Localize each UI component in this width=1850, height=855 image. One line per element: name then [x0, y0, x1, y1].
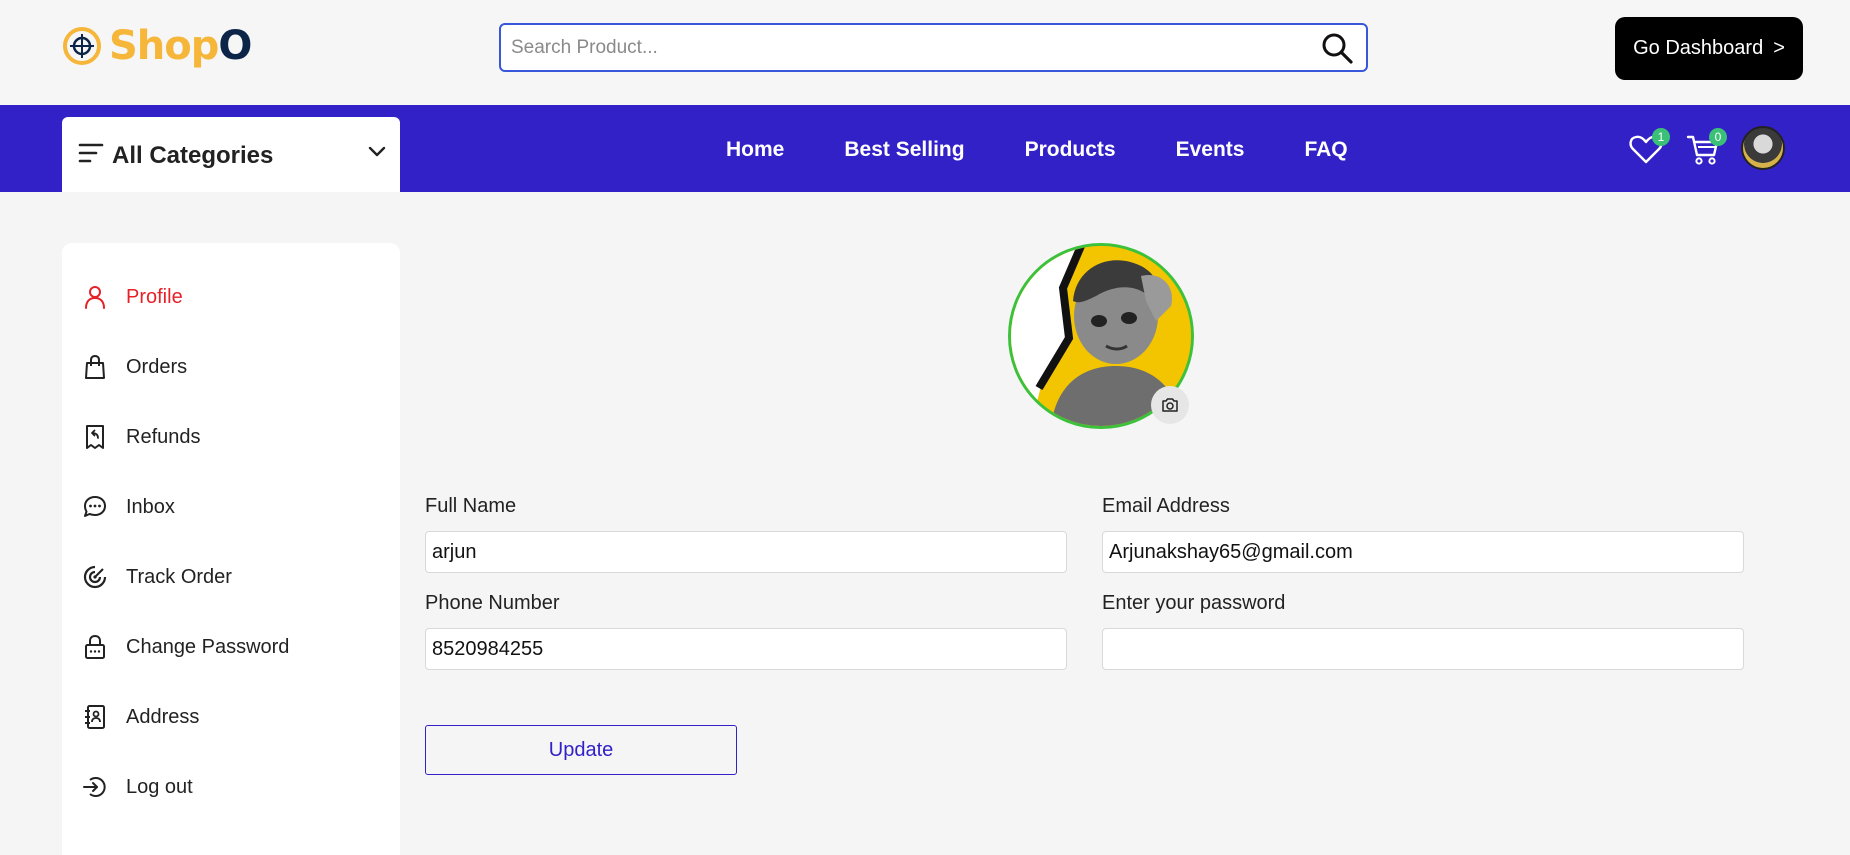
nav-link-faq[interactable]: FAQ — [1304, 138, 1347, 162]
main-navbar: All Categories Home Best Selling Product… — [0, 105, 1850, 192]
camera-icon — [1162, 398, 1178, 412]
sidebar-item-inbox[interactable]: Inbox — [82, 492, 175, 522]
sidebar-item-track-order[interactable]: Track Order — [82, 562, 232, 592]
phone-input[interactable] — [425, 628, 1067, 670]
wishlist-button[interactable]: 1 — [1628, 128, 1670, 171]
sidebar-item-address[interactable]: Address — [82, 702, 199, 732]
profile-sidebar: Profile Orders Refunds Inbox Track Order… — [62, 243, 400, 855]
chat-icon — [84, 496, 106, 517]
sidebar-item-label: Track Order — [126, 565, 232, 588]
full-name-label: Full Name — [425, 495, 517, 517]
person-icon — [85, 286, 105, 309]
phone-label: Phone Number — [425, 592, 560, 614]
all-categories-label: All Categories — [112, 142, 274, 169]
cart-button[interactable]: 0 — [1685, 128, 1727, 171]
sidebar-item-label: Change Password — [126, 635, 290, 658]
nav-link-home[interactable]: Home — [726, 138, 784, 162]
nav-links: Home Best Selling Products Events FAQ — [726, 138, 1348, 162]
receipt-refund-icon — [86, 425, 104, 449]
search-bar — [499, 23, 1368, 72]
cart-count-badge: 0 — [1709, 128, 1727, 146]
wishlist-count-badge: 1 — [1652, 128, 1670, 146]
all-categories-dropdown[interactable]: All Categories — [62, 117, 400, 192]
logo-text-shop: Shop — [109, 23, 219, 69]
sidebar-item-label: Log out — [126, 775, 193, 798]
logo-text-o: O — [218, 23, 252, 69]
logo-text: ShopO — [109, 23, 252, 69]
email-input[interactable] — [1102, 531, 1744, 573]
go-dashboard-button[interactable]: Go Dashboard > — [1615, 17, 1803, 80]
password-input[interactable] — [1102, 628, 1744, 670]
search-icon[interactable] — [1320, 31, 1354, 65]
track-icon — [83, 565, 107, 589]
update-button[interactable]: Update — [425, 725, 737, 775]
address-book-icon — [85, 705, 105, 729]
email-label: Email Address — [1102, 495, 1230, 517]
logout-icon — [83, 777, 106, 797]
sidebar-item-label: Refunds — [126, 425, 201, 448]
shopping-bag-icon — [85, 354, 105, 379]
chevron-down-icon — [368, 146, 386, 157]
full-name-input[interactable] — [425, 531, 1067, 573]
sidebar-item-orders[interactable]: Orders — [82, 352, 187, 382]
go-dashboard-label: Go Dashboard — [1633, 37, 1764, 59]
password-label: Enter your password — [1102, 592, 1286, 614]
user-avatar[interactable] — [1741, 126, 1785, 170]
menu-lines-icon — [78, 143, 104, 163]
sidebar-item-label: Address — [126, 705, 200, 728]
nav-link-best-selling[interactable]: Best Selling — [844, 138, 964, 162]
sidebar-item-log-out[interactable]: Log out — [82, 772, 193, 802]
sidebar-item-profile[interactable]: Profile — [82, 282, 183, 312]
sidebar-item-change-password[interactable]: Change Password — [82, 632, 289, 662]
chevron-right-icon: > — [1773, 37, 1785, 59]
sidebar-item-label: Inbox — [126, 495, 175, 518]
logo[interactable]: ShopO — [61, 22, 252, 70]
lock-icon — [85, 634, 105, 659]
sidebar-item-label: Orders — [126, 355, 188, 378]
sidebar-item-refunds[interactable]: Refunds — [82, 422, 201, 452]
logo-target-icon — [63, 27, 101, 65]
change-avatar-button[interactable] — [1151, 386, 1189, 424]
nav-link-products[interactable]: Products — [1025, 138, 1116, 162]
search-input[interactable] — [501, 25, 1320, 70]
nav-link-events[interactable]: Events — [1176, 138, 1245, 162]
top-header: ShopO Go Dashboard > — [0, 0, 1850, 105]
sidebar-item-label: Profile — [126, 285, 183, 308]
